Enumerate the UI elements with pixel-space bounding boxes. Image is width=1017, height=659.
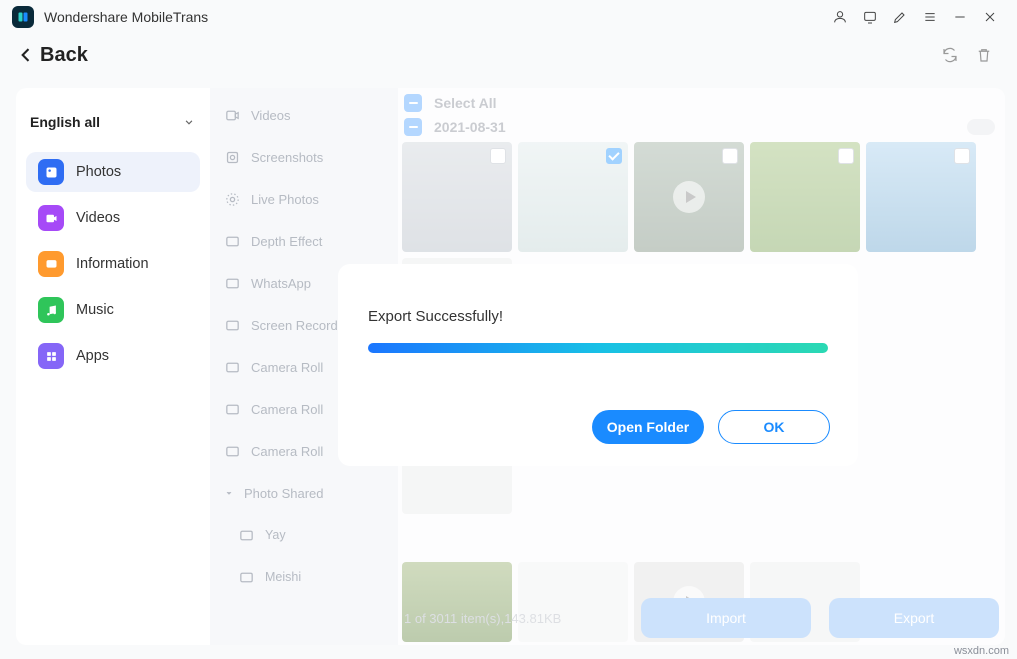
videos-icon [38, 205, 64, 231]
caret-down-icon [224, 488, 234, 498]
titlebar: Wondershare MobileTrans [0, 0, 1017, 34]
back-button[interactable]: Back [16, 44, 88, 67]
feedback-icon[interactable] [855, 2, 885, 32]
sidebar-item-information[interactable]: Information [26, 244, 200, 284]
sidebar-item-label: Information [76, 256, 149, 272]
album-item-deptheffect[interactable]: Depth Effect [210, 220, 398, 262]
language-dropdown[interactable]: English all [30, 106, 196, 138]
music-icon [38, 297, 64, 323]
album-label: Yay [265, 528, 286, 542]
album-label: Photo Shared [244, 486, 324, 501]
sidebar-item-videos[interactable]: Videos [26, 198, 200, 238]
button-label: Open Folder [607, 419, 689, 435]
album-item-photoshared[interactable]: Photo Shared [210, 472, 398, 514]
app-logo [12, 6, 34, 28]
left-sidebar: English all Photos Videos Information Mu… [16, 88, 210, 645]
album-label: Camera Roll [251, 360, 323, 375]
progress-bar [368, 343, 828, 353]
chevron-down-icon [182, 115, 196, 129]
album-label: Camera Roll [251, 402, 323, 417]
album-label: WhatsApp [251, 276, 311, 291]
sidebar-item-label: Videos [76, 210, 120, 226]
album-item-livephotos[interactable]: Live Photos [210, 178, 398, 220]
dropdown-label: English all [30, 114, 100, 130]
trash-icon[interactable] [967, 38, 1001, 72]
export-success-modal: Export Successfully! Open Folder OK [338, 264, 858, 466]
chevron-left-icon [16, 45, 36, 65]
button-label: OK [764, 419, 785, 435]
watermark: wsxdn.com [954, 645, 1009, 657]
app-title: Wondershare MobileTrans [44, 9, 208, 25]
album-label: Live Photos [251, 192, 319, 207]
close-icon[interactable] [975, 2, 1005, 32]
album-label: Meishi [265, 570, 301, 584]
edit-icon[interactable] [885, 2, 915, 32]
information-icon [38, 251, 64, 277]
album-label: Camera Roll [251, 444, 323, 459]
ok-button[interactable]: OK [718, 410, 830, 444]
album-item-videos[interactable]: Videos [210, 94, 398, 136]
modal-buttons: Open Folder OK [592, 410, 830, 444]
open-folder-button[interactable]: Open Folder [592, 410, 704, 444]
album-item-meishi[interactable]: Meishi [210, 556, 398, 598]
album-item-yay[interactable]: Yay [210, 514, 398, 556]
album-label: Videos [251, 108, 291, 123]
minimize-icon[interactable] [945, 2, 975, 32]
refresh-icon[interactable] [933, 38, 967, 72]
photos-icon [38, 159, 64, 185]
sidebar-item-label: Apps [76, 348, 109, 364]
sidebar-item-label: Photos [76, 164, 121, 180]
sidebar-item-label: Music [76, 302, 114, 318]
sidebar-item-apps[interactable]: Apps [26, 336, 200, 376]
account-icon[interactable] [825, 2, 855, 32]
menu-icon[interactable] [915, 2, 945, 32]
modal-title: Export Successfully! [368, 308, 828, 325]
album-item-screenshots[interactable]: Screenshots [210, 136, 398, 178]
sidebar-item-music[interactable]: Music [26, 290, 200, 330]
back-label: Back [40, 44, 88, 67]
album-label: Screen Recorder [251, 318, 349, 333]
apps-icon [38, 343, 64, 369]
back-bar: Back [0, 34, 1017, 76]
album-label: Screenshots [251, 150, 323, 165]
sidebar-item-photos[interactable]: Photos [26, 152, 200, 192]
album-label: Depth Effect [251, 234, 322, 249]
